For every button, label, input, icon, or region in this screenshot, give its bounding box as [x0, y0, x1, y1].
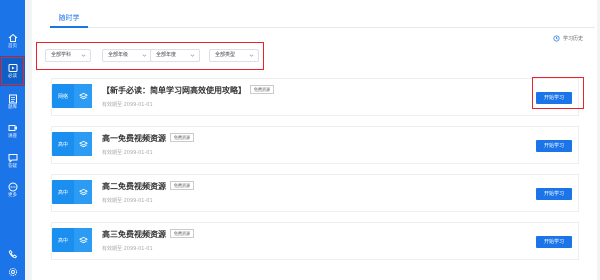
history-link[interactable]: 学习历史	[553, 35, 583, 42]
course-title: 【新手必读：简单学习网高效使用攻略】	[102, 86, 246, 95]
sidebar-item-question-bank[interactable]: 题库	[0, 87, 25, 117]
main-panel: 随时学 学习历史 全部学科 全部年级 全部年度 全部类型 网络 【新手必读：简单…	[32, 0, 597, 280]
start-learning-button[interactable]: 开始学习	[536, 188, 572, 200]
layers-icon	[78, 236, 88, 243]
type-select-value: 全部类型	[215, 52, 236, 58]
course-expiry: 有效期至 2099-01-01	[102, 246, 153, 252]
layers-icon	[78, 92, 88, 99]
course-title: 高二免费视频资源	[102, 182, 166, 191]
settings-icon	[8, 267, 17, 276]
chevron-down-icon	[249, 54, 254, 57]
course-card[interactable]: 高中 高三免费视频资源 免费资源 有效期至 2099-01-01 开始学习	[51, 222, 579, 260]
free-badge: 免费资源	[170, 133, 194, 142]
course-title: 高一免费视频资源	[102, 134, 166, 143]
history-icon	[553, 35, 560, 42]
filter-bar: 全部学科 全部年级 全部年度 全部类型	[36, 42, 264, 70]
free-badge: 免费资源	[170, 229, 194, 238]
more-icon	[8, 182, 17, 191]
tab-bar: 随时学	[50, 12, 595, 28]
video-icon	[8, 124, 17, 131]
course-card[interactable]: 高中 高二免费视频资源 免费资源 有效期至 2099-01-01 开始学习	[51, 174, 579, 212]
course-thumbnail: 网络	[52, 84, 92, 108]
chat-icon	[8, 153, 17, 163]
course-title-row: 高二免费视频资源 免费资源	[102, 181, 194, 192]
subject-select[interactable]: 全部学科	[45, 49, 91, 62]
start-learning-button[interactable]: 开始学习	[536, 236, 572, 248]
course-title-row: 高一免费视频资源 免费资源	[102, 133, 194, 144]
course-card[interactable]: 高中 高一免费视频资源 免费资源 有效期至 2099-01-01 开始学习	[51, 126, 579, 164]
course-thumbnail: 高中	[52, 180, 92, 204]
course-thumbnail: 高中	[52, 132, 92, 156]
course-card[interactable]: 网络 【新手必读：简单学习网高效使用攻略】 免费资源 有效期至 2099-01-0…	[51, 78, 579, 116]
sidebar-item-label: 答疑	[8, 163, 17, 169]
course-expiry: 有效期至 2099-01-01	[102, 198, 153, 204]
thumbnail-label: 高中	[58, 141, 69, 148]
layers-icon	[78, 188, 88, 195]
phone-icon	[8, 249, 17, 259]
list-icon	[8, 94, 17, 103]
course-title-row: 【新手必读：简单学习网高效使用攻略】 免费资源	[102, 85, 274, 96]
sidebar-item-required[interactable]: 必读	[0, 56, 25, 86]
layers-icon	[78, 140, 88, 147]
type-select[interactable]: 全部类型	[209, 49, 259, 62]
home-icon	[8, 33, 17, 42]
course-expiry: 有效期至 2099-01-01	[102, 102, 153, 108]
sidebar-settings-button[interactable]	[0, 263, 25, 280]
start-learning-button[interactable]: 开始学习	[536, 140, 572, 152]
chevron-down-icon	[190, 54, 195, 57]
grade-select-value: 全部年级	[108, 52, 129, 58]
sidebar-item-label: 讲座	[8, 133, 17, 139]
year-select[interactable]: 全部年度	[150, 49, 200, 62]
sidebar-item-label: 首页	[8, 43, 17, 49]
free-badge: 免费资源	[250, 85, 274, 94]
tab-anytime-study[interactable]: 随时学	[50, 12, 88, 28]
chevron-down-icon	[142, 54, 147, 57]
sidebar-item-label: 更多	[8, 192, 17, 198]
thumbnail-label: 高中	[58, 189, 69, 196]
start-learning-button[interactable]: 开始学习	[536, 92, 572, 104]
chevron-down-icon	[81, 54, 86, 57]
history-link-label: 学习历史	[562, 36, 583, 42]
sidebar-item-label: 必读	[8, 73, 17, 79]
sidebar-item-more[interactable]: 更多	[0, 175, 25, 205]
course-thumbnail: 高中	[52, 228, 92, 252]
course-expiry: 有效期至 2099-01-01	[102, 150, 153, 156]
year-select-value: 全部年度	[156, 52, 177, 58]
thumbnail-label: 高中	[58, 237, 69, 244]
sidebar-item-lecture[interactable]: 讲座	[0, 116, 25, 146]
sidebar-item-label: 题库	[8, 104, 17, 110]
subject-select-value: 全部学科	[51, 52, 72, 58]
sidebar: 首页 必读 题库 讲座 答疑 更多	[0, 0, 25, 280]
thumbnail-label: 网络	[58, 93, 69, 100]
sidebar-item-qa[interactable]: 答疑	[0, 146, 25, 176]
course-title: 高三免费视频资源	[102, 230, 166, 239]
course-title-row: 高三免费视频资源 免费资源	[102, 229, 194, 240]
sidebar-phone-button[interactable]	[0, 245, 25, 263]
play-icon	[8, 63, 17, 72]
grade-select[interactable]: 全部年级	[102, 49, 152, 62]
sidebar-item-home[interactable]: 首页	[0, 26, 25, 56]
free-badge: 免费资源	[170, 181, 194, 190]
